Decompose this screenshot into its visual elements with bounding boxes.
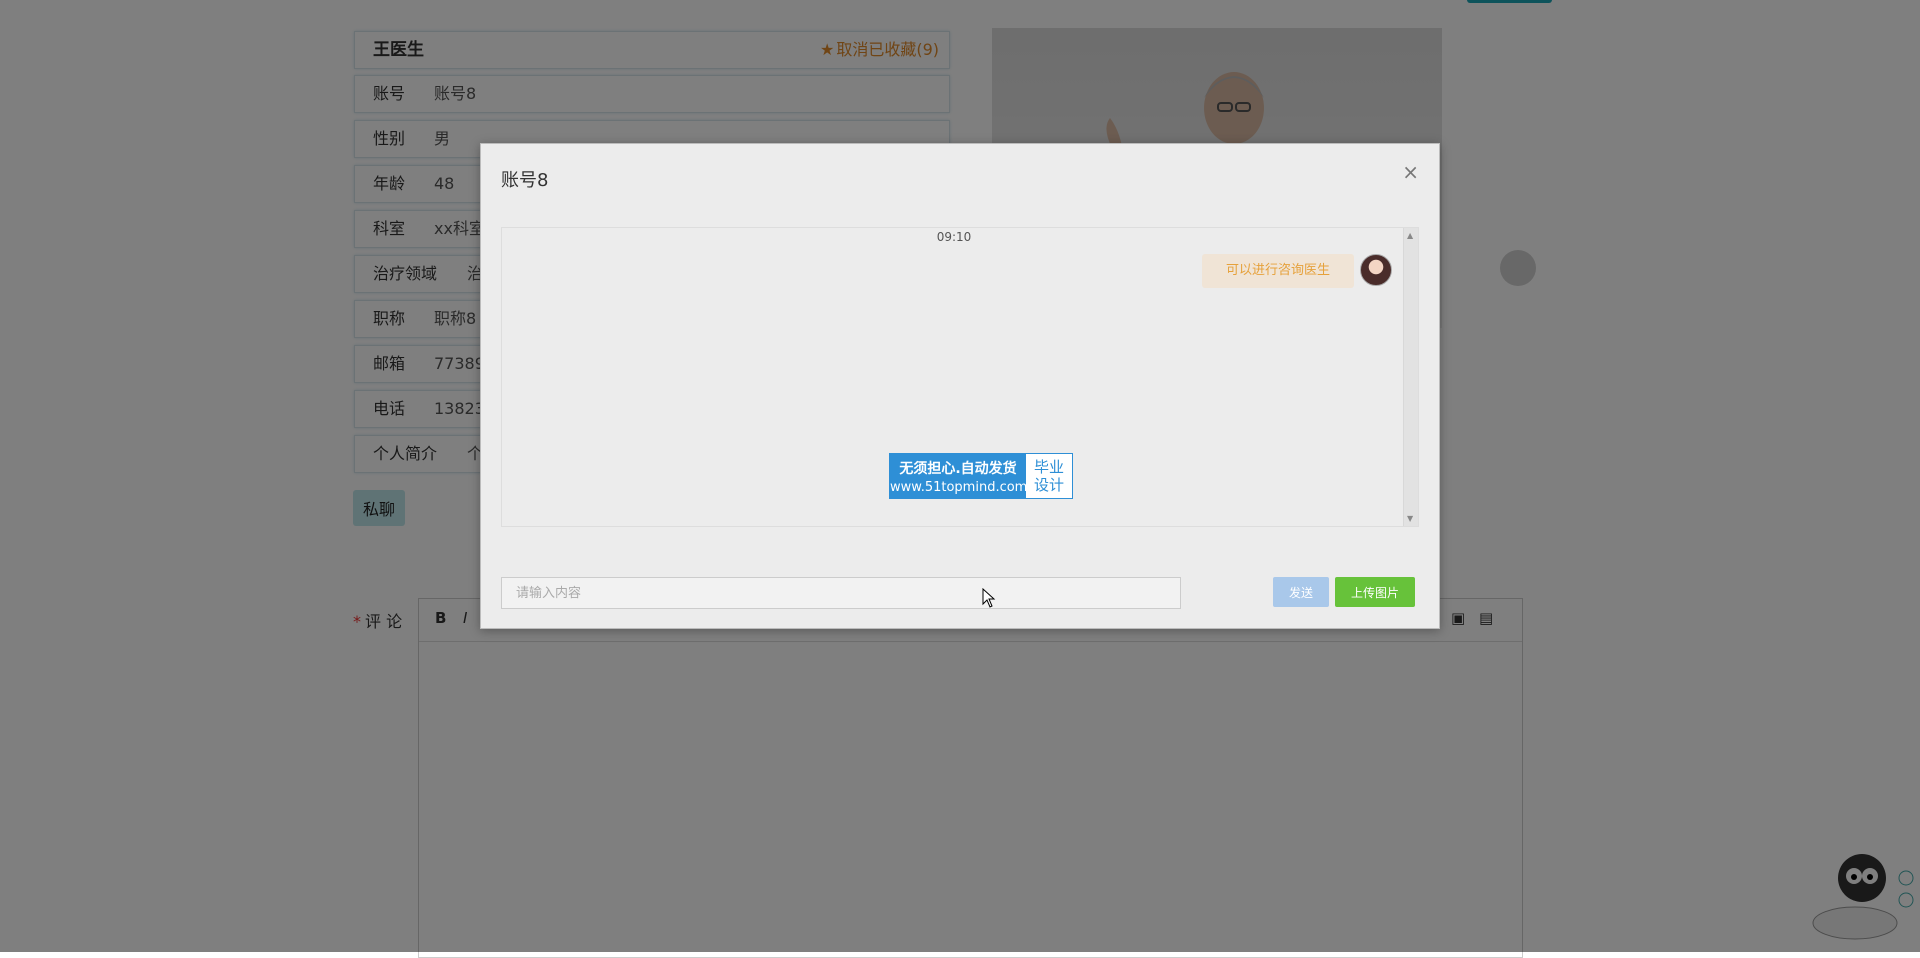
send-button[interactable]: 发送 xyxy=(1273,577,1329,607)
message-input[interactable] xyxy=(501,577,1181,609)
watermark-side1: 毕业 xyxy=(1033,458,1064,476)
chat-message-area[interactable]: 09:10 可以进行咨询医生 无须担心.自动发货 www.51topmind.c… xyxy=(501,227,1419,527)
watermark-line2: www.51topmind.com xyxy=(890,480,1028,495)
watermark-side2: 设计 xyxy=(1033,476,1064,494)
message-bubble: 可以进行咨询医生 xyxy=(1201,254,1354,288)
dialog-title: 账号8 xyxy=(501,170,549,191)
close-icon[interactable]: × xyxy=(1402,160,1419,184)
watermark-main: 无须担心.自动发货 www.51topmind.com xyxy=(890,454,1028,498)
avatar xyxy=(1360,254,1392,286)
message-time: 09:10 xyxy=(936,230,972,244)
chat-scrollbar[interactable]: ▲ ▼ xyxy=(1403,228,1418,526)
mouse-cursor-icon xyxy=(982,588,996,608)
scroll-up-icon[interactable]: ▲ xyxy=(1407,231,1413,240)
chat-dialog: 账号8 × 09:10 可以进行咨询医生 无须担心.自动发货 www.51top… xyxy=(480,143,1440,629)
watermark-banner: 无须担心.自动发货 www.51topmind.com 毕业 设计 xyxy=(889,453,1073,499)
watermark-line1: 无须担心.自动发货 xyxy=(899,461,1017,477)
scroll-down-icon[interactable]: ▼ xyxy=(1407,514,1413,523)
watermark-side: 毕业 设计 xyxy=(1026,454,1072,498)
upload-image-button[interactable]: 上传图片 xyxy=(1335,577,1415,607)
